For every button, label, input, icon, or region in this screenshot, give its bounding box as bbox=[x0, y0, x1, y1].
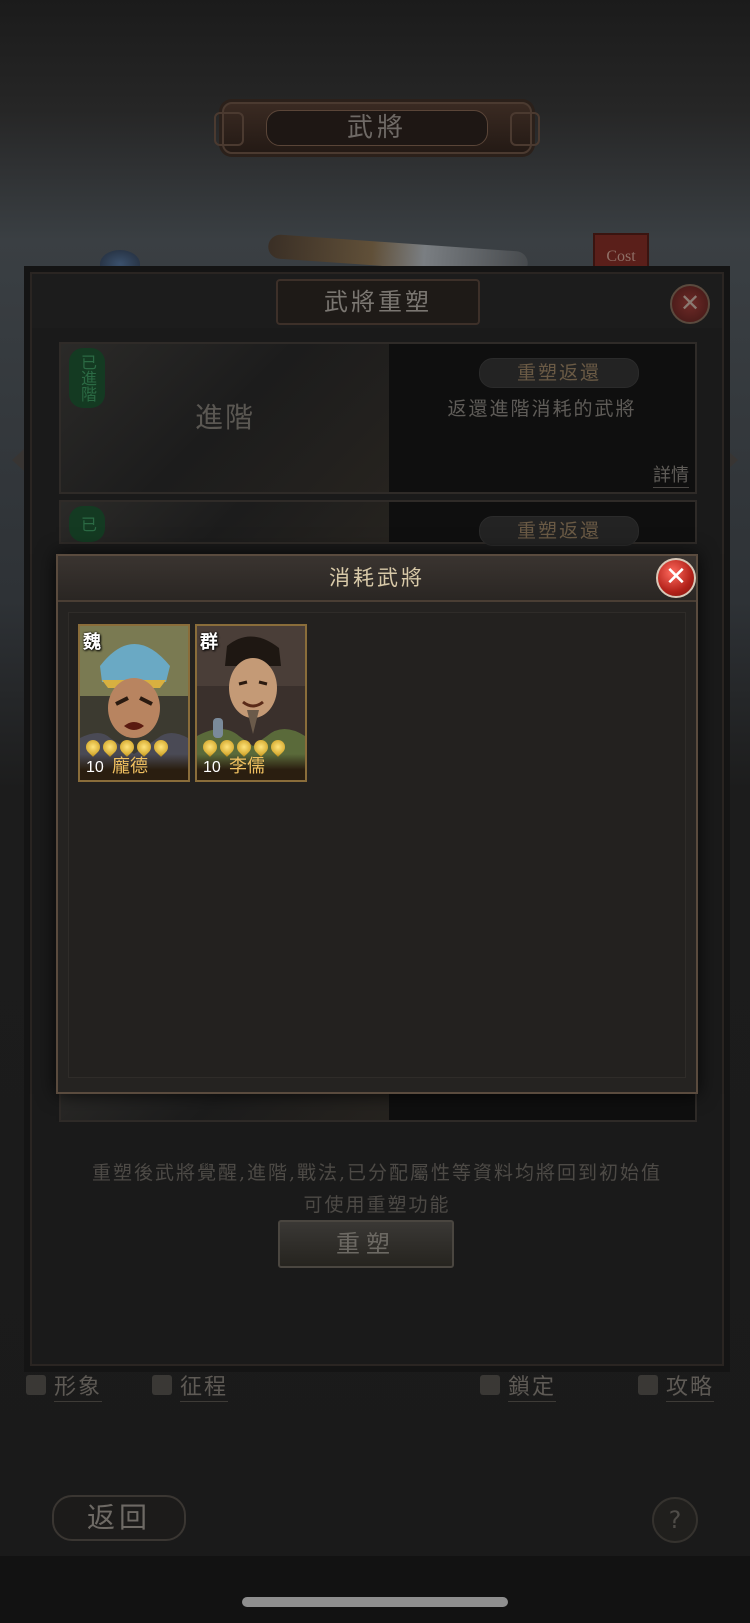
toolbar-label: 形象 bbox=[54, 1369, 103, 1402]
rebuild-card-advance: 進階 已進階 重塑返還 返還進階消耗的武將 詳情 bbox=[59, 342, 697, 494]
hero-name: 龐德 bbox=[112, 756, 148, 777]
hero-name: 李儒 bbox=[229, 756, 265, 777]
lock-icon bbox=[480, 1375, 500, 1395]
rebuild-info-text: 重塑後武將覺醒,進階,戰法,已分配屬性等資料均將回到初始值 bbox=[91, 1162, 663, 1184]
person-icon bbox=[26, 1375, 46, 1395]
top-title: 武將 bbox=[266, 110, 488, 146]
toolbar-guide[interactable]: 攻略 bbox=[638, 1369, 715, 1402]
sword-artwork bbox=[267, 233, 529, 277]
popup-header: 消耗武將 ✕ bbox=[58, 556, 696, 602]
plate-ornament-right bbox=[510, 112, 540, 146]
toolbar-lock[interactable]: 鎖定 bbox=[480, 1369, 557, 1402]
hero-level: 10 bbox=[86, 759, 104, 776]
rebuild-button[interactable]: 重塑 bbox=[278, 1220, 454, 1268]
top-title-plate: 武將 bbox=[214, 102, 540, 154]
toolbar-label: 征程 bbox=[180, 1369, 229, 1402]
game-screen: 武將 Cost 武將重塑 ✕ 進階 已進階 重塑返還 返還進階消耗的武將 詳情 … bbox=[0, 0, 750, 1623]
faction-badge: 群 bbox=[200, 632, 218, 653]
book-icon bbox=[638, 1375, 658, 1395]
hero-level: 10 bbox=[203, 759, 221, 776]
return-label-pill: 重塑返還 bbox=[479, 358, 639, 388]
consume-heroes-popup: 消耗武將 ✕ 魏 10 龐德 群 10 李儒 bbox=[56, 554, 698, 1094]
faction-badge: 魏 bbox=[83, 632, 101, 653]
rebuild-modal-header: 武將重塑 ✕ bbox=[32, 274, 722, 328]
rebuild-card-second: 已 重塑返還 bbox=[59, 500, 697, 546]
plate-ornament-left bbox=[214, 112, 244, 146]
toolbar-journey[interactable]: 征程 bbox=[152, 1369, 229, 1402]
card-seal: 已 bbox=[69, 506, 105, 542]
flag-icon bbox=[152, 1375, 172, 1395]
hero-card[interactable]: 群 10 李儒 bbox=[195, 624, 307, 782]
hero-card[interactable]: 魏 10 龐德 bbox=[78, 624, 190, 782]
bottom-strip bbox=[0, 1556, 750, 1623]
card-image-label: 進階 bbox=[194, 401, 255, 434]
back-button[interactable]: 返回 bbox=[52, 1495, 186, 1541]
popup-title: 消耗武將 bbox=[329, 566, 425, 590]
close-icon[interactable]: ✕ bbox=[656, 558, 696, 598]
advanced-seal: 已進階 bbox=[69, 348, 105, 408]
card-description: 返還進階消耗的武將 bbox=[447, 398, 637, 420]
home-indicator[interactable] bbox=[242, 1597, 508, 1607]
toolbar-label: 鎖定 bbox=[508, 1369, 557, 1402]
rebuild-hint-text: 可使用重塑功能 bbox=[303, 1194, 451, 1216]
toolbar-appearance[interactable]: 形象 bbox=[26, 1369, 103, 1402]
rebuild-modal-title: 武將重塑 bbox=[276, 279, 480, 325]
return-label-pill: 重塑返還 bbox=[479, 516, 639, 546]
close-icon[interactable]: ✕ bbox=[670, 284, 710, 324]
help-button[interactable]: ? bbox=[652, 1497, 698, 1543]
detail-link[interactable]: 詳情 bbox=[653, 461, 689, 488]
card-image bbox=[61, 502, 389, 542]
toolbar-label: 攻略 bbox=[666, 1369, 715, 1402]
